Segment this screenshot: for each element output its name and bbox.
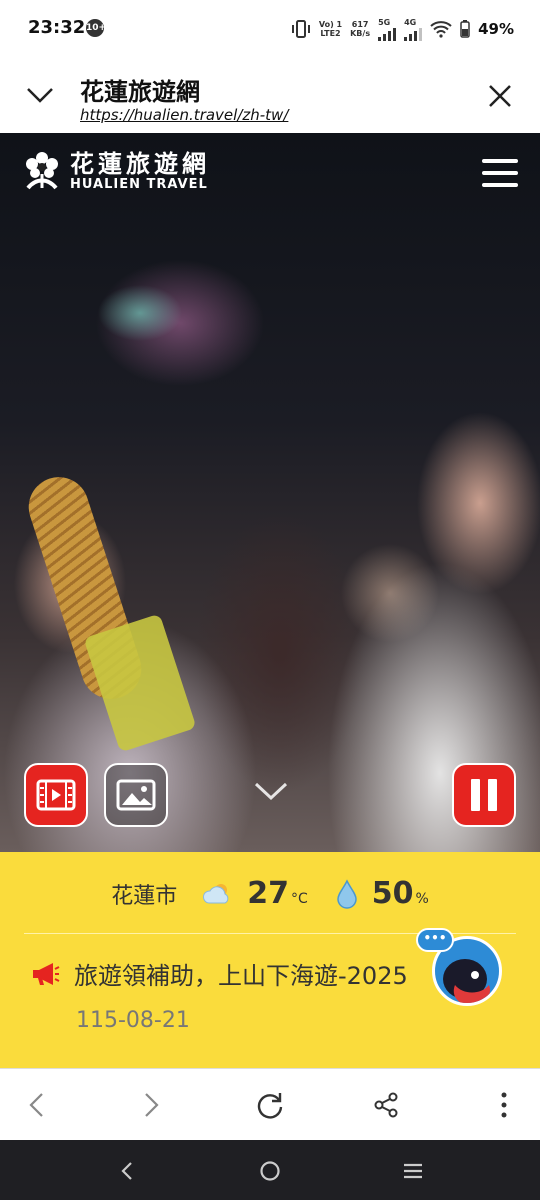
nav-home-button[interactable] (257, 1158, 283, 1184)
pause-button[interactable] (452, 763, 516, 827)
share-icon (374, 1092, 398, 1118)
browser-toolbar (0, 1068, 540, 1140)
close-icon[interactable] (488, 84, 512, 108)
photo-button[interactable] (104, 763, 168, 827)
scroll-down-icon[interactable] (254, 781, 288, 801)
cloud-sun-icon (203, 883, 229, 903)
nav-back-icon (121, 1162, 132, 1180)
weather-widget: 花蓮市 27 °C 50% (0, 876, 540, 911)
more-button[interactable] (488, 1089, 520, 1121)
page-title: 花蓮旅遊網 (80, 78, 200, 106)
logo-text-cn: 花蓮旅遊網 (70, 149, 210, 178)
network-speed: 617 KB/s (350, 20, 371, 38)
system-navigation-bar (0, 1140, 540, 1200)
network-type-1: 5G (378, 17, 391, 27)
weather-humidity: 50 (371, 876, 414, 911)
image-icon (116, 779, 156, 811)
temperature-unit: °C (290, 891, 308, 907)
menu-icon[interactable] (482, 159, 518, 187)
signal-icon (404, 27, 423, 41)
back-button[interactable] (20, 1089, 52, 1121)
site-logo[interactable]: 花蓮旅遊網 HUALIEN TRAVEL (22, 148, 210, 194)
weather-temperature: 27 (247, 876, 289, 911)
reload-icon (257, 1093, 283, 1119)
status-indicators: Vo) 1 LTE2 617 KB/s 5G 4G 49% (291, 14, 514, 44)
more-icon (501, 1092, 507, 1118)
news-headline[interactable]: 旅遊領補助，上山下海遊-2025 (74, 956, 434, 991)
water-drop-icon (336, 878, 357, 909)
nav-recents-button[interactable] (400, 1158, 426, 1184)
page-url: https://hualien.travel/zh-tw/ (80, 106, 289, 124)
hero-photo-wrapper (83, 613, 197, 753)
network-type-2: 4G (404, 17, 417, 27)
info-panel: 花蓮市 27 °C 50% 旅遊領補助，上山下海遊-2025 115-08-21 … (0, 852, 540, 1068)
nav-recents-icon (404, 1163, 422, 1179)
forward-icon (145, 1093, 159, 1117)
reload-button[interactable] (254, 1089, 286, 1121)
megaphone-icon (33, 962, 60, 985)
humidity-unit: % (415, 891, 429, 907)
wifi-icon (430, 21, 452, 38)
forward-button[interactable] (136, 1089, 168, 1121)
custom-tab-header: 花蓮旅遊網 https://hualien.travel/zh-tw/ (0, 58, 540, 133)
logo-text-en: HUALIEN TRAVEL (70, 176, 208, 192)
chat-bubble[interactable]: ••• (416, 928, 454, 952)
volte-indicator: Vo) 1 LTE2 (318, 20, 343, 38)
pause-icon (471, 779, 497, 811)
flower-logo-icon (26, 152, 58, 190)
vibrate-icon (291, 20, 310, 38)
weather-city: 花蓮市 (111, 883, 178, 909)
video-button[interactable] (24, 763, 88, 827)
video-icon (36, 779, 76, 811)
battery-level: 49% (478, 20, 514, 38)
signal-icon (378, 27, 397, 41)
battery-icon (460, 20, 470, 38)
share-button[interactable] (370, 1089, 402, 1121)
nav-back-button[interactable] (114, 1158, 140, 1184)
hero-video[interactable]: 花蓮旅遊網 HUALIEN TRAVEL (0, 133, 540, 852)
notification-badge: 10+ (86, 19, 106, 37)
chevron-down-icon[interactable] (26, 86, 54, 104)
status-bar: 23:32 10+ Vo) 1 LTE2 617 KB/s 5G 4G 49% (0, 0, 540, 58)
nav-home-icon (260, 1161, 280, 1181)
status-time: 23:32 (28, 17, 86, 38)
news-date: 115-08-21 (76, 1008, 190, 1033)
news-ticker[interactable]: 旅遊領補助，上山下海遊-2025 (30, 956, 434, 991)
back-icon (29, 1093, 43, 1117)
